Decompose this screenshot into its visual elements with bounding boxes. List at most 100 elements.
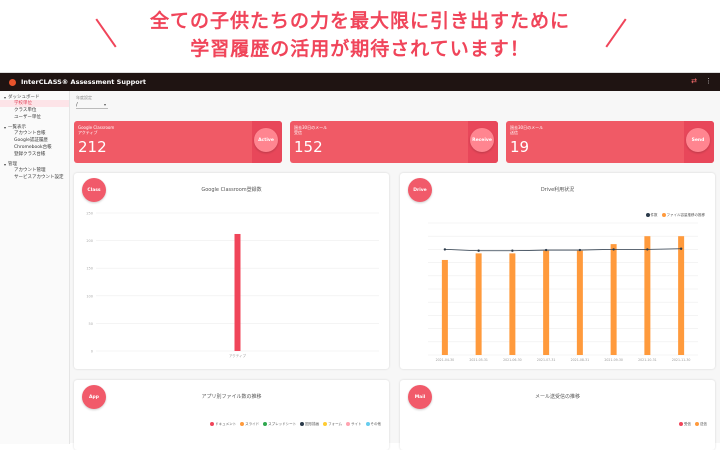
- legend-label: スライド: [245, 422, 260, 426]
- x-tick-label: 2021-07-31: [537, 358, 556, 362]
- stat-card-receive: 過去30日のメール 受信 152 Receive: [290, 121, 498, 163]
- panel-mail: Mail メール送受信の推移 受信 送信: [400, 380, 715, 450]
- more-menu-icon[interactable]: ⋮: [705, 77, 712, 85]
- year-select[interactable]: 年度設定 / ▾: [76, 95, 108, 109]
- line-point: [511, 249, 514, 252]
- legend-entry[interactable]: その他: [365, 422, 382, 427]
- bar: [543, 250, 550, 355]
- stat-sub2: 送信: [510, 130, 518, 135]
- banner-headline-2: 学習履歴の活用が期待されています！: [190, 38, 530, 60]
- legend-label: ドキュメント: [215, 422, 237, 426]
- bar: [441, 259, 448, 355]
- legend-entry[interactable]: スライド: [240, 422, 259, 427]
- line-point: [646, 248, 649, 251]
- legend-label: 送信: [700, 422, 707, 426]
- sidebar-item-google-auth[interactable]: Google認証履歴: [0, 137, 69, 144]
- stat-badge: Receive: [470, 128, 494, 152]
- bar: [576, 250, 583, 355]
- collapse-caret-icon: ▾: [4, 161, 7, 167]
- bar: [234, 233, 241, 351]
- sidebar: ▾ ダッシュボード 学校単位 クラス単位 ユーザー単位 ▾ 一覧表示 アカウント台帳…: [0, 91, 70, 444]
- legend-entry[interactable]: スプレッドシート: [263, 422, 296, 427]
- legend-entry[interactable]: サイト: [346, 422, 362, 427]
- apps-legend: ドキュメント スライド スプレッドシート 図形描画 フォーム サイト その他: [210, 422, 381, 427]
- sidebar-item-accounts[interactable]: アカウント台帳: [0, 130, 69, 137]
- main-content: 年度設定 / ▾ Google Classroom アクティブ 212 Acti…: [70, 91, 720, 450]
- legend-label: その他: [370, 422, 382, 426]
- legend-entry[interactable]: 送信: [695, 422, 707, 427]
- stat-value: 19: [510, 138, 530, 156]
- sidebar-item-service-account[interactable]: サービスアカウント設定: [0, 174, 69, 181]
- legend-swatch: [300, 422, 305, 426]
- y-tick-label: 250: [86, 212, 93, 216]
- stat-sub2: 受信: [294, 130, 302, 135]
- drive-combo-chart: 2021-04-30 2021-05-31 2021-06-30 2021-07-31…: [428, 222, 698, 362]
- panel-drive: Drive Drive利用状況 件数 ファイル容量推移の推移 2021-04-30…: [400, 173, 715, 369]
- bar: [678, 236, 685, 355]
- y-tick-label: 200: [86, 239, 93, 243]
- legend-entry[interactable]: ドキュメント: [210, 422, 236, 427]
- y-tick-label: 50: [89, 322, 93, 326]
- legend-label: 図形描画: [305, 422, 320, 426]
- legend-entry[interactable]: 受信: [679, 422, 691, 427]
- x-tick-label: 2021-09-30: [604, 358, 623, 362]
- y-tick-label: 0: [91, 350, 93, 354]
- year-select-label: 年度設定: [76, 95, 92, 100]
- legend-swatch: [695, 422, 699, 426]
- legend-label: スプレッドシート: [268, 422, 297, 426]
- bar: [644, 236, 651, 355]
- legend-swatch: [263, 422, 268, 426]
- app-title: InterCLASS® Assessment Support: [21, 78, 147, 86]
- stat-badge: Active: [254, 128, 278, 152]
- legend-label: 受信: [684, 422, 691, 426]
- bar: [475, 253, 482, 355]
- sidebar-item-class[interactable]: クラス単位: [0, 107, 69, 114]
- chevron-down-icon: ▾: [103, 102, 106, 107]
- y-tick-label: 100: [86, 294, 93, 298]
- stat-value: 152: [294, 138, 323, 156]
- sidebar-item-classes[interactable]: 登録クラス台帳: [0, 151, 69, 158]
- legend-swatch: [210, 422, 215, 426]
- x-tick-label: 2021-04-30: [436, 358, 455, 362]
- y-tick-label: 150: [86, 267, 93, 271]
- line-point: [612, 248, 615, 251]
- sidebar-item-account-admin[interactable]: アカウント管理: [0, 167, 69, 174]
- x-tick-label: 2021-08-31: [571, 358, 590, 362]
- sidebar-item-chromebook[interactable]: Chromebook台帳: [0, 144, 69, 151]
- line-point: [443, 248, 447, 251]
- x-tick-label: 2021-05-31: [469, 358, 488, 362]
- year-select-value: /: [76, 102, 78, 108]
- line-point: [679, 247, 683, 250]
- line-point: [578, 248, 582, 252]
- x-tick-label: 2021-10-31: [638, 358, 657, 362]
- line-point: [477, 249, 480, 252]
- legend-entry[interactable]: フォーム: [323, 422, 342, 427]
- panel-apps: App アプリ別ファイル数の推移 ドキュメント スライド スプレッドシート 図形描画フ…: [74, 380, 389, 450]
- panel-title: メール送受信の推移: [534, 394, 580, 400]
- x-tick-label: 2021-06-30: [503, 358, 522, 362]
- collapse-caret-icon: ▾: [4, 94, 7, 100]
- legend-entry[interactable]: 図形描画: [300, 422, 319, 427]
- legend-label: フォーム: [328, 422, 342, 426]
- line-point: [544, 248, 548, 252]
- legend-swatch: [365, 422, 370, 426]
- legend-label: サイト: [351, 422, 362, 426]
- app-logo-icon: [9, 78, 16, 86]
- mail-legend: 受信 送信: [679, 422, 707, 427]
- sync-icon[interactable]: ⇄: [691, 77, 697, 85]
- sidebar-item-school[interactable]: 学校単位: [0, 100, 69, 107]
- legend-swatch: [679, 422, 683, 426]
- stat-card-active: Google Classroom アクティブ 212 Active: [74, 121, 282, 163]
- x-tick-label: アクティブ: [229, 353, 247, 358]
- sidebar-item-user[interactable]: ユーザー単位: [0, 114, 69, 121]
- panel-classroom: Class Google Classroom登録数 0 50 100 150 200 25…: [74, 173, 389, 369]
- panel-title: アプリ別ファイル数の推移: [201, 394, 262, 400]
- collapse-caret-icon: ▾: [4, 124, 7, 130]
- stat-card-send: 過去30日のメール 送信 19 Send: [506, 121, 714, 163]
- legend-swatch: [346, 422, 350, 426]
- promo-banner: 全ての子供たちの力を最大限に引き出すために 学習履歴の活用が期待されています！: [0, 0, 720, 68]
- stat-badge: Send: [686, 128, 710, 152]
- legend-swatch: [240, 422, 245, 426]
- bar: [610, 244, 617, 355]
- stat-sub2: アクティブ: [78, 130, 98, 135]
